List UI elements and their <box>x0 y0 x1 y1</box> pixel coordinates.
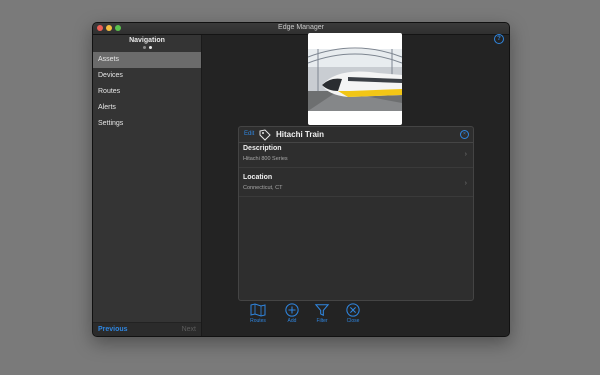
map-icon <box>250 303 266 317</box>
next-button[interactable]: Next <box>182 326 196 333</box>
filter-icon <box>314 304 330 317</box>
close-button[interactable]: Close <box>342 303 364 324</box>
asset-name: Hitachi Train <box>276 130 325 139</box>
chevron-right-icon: › <box>464 151 467 158</box>
window-title: Edge Manager <box>278 24 324 31</box>
filter-button[interactable]: Filter <box>311 303 333 324</box>
edit-button[interactable]: Edit <box>244 131 254 137</box>
page-indicator[interactable] <box>93 46 201 49</box>
location-row[interactable]: Location Connecticut, CT › <box>239 172 473 197</box>
sidebar-footer: Previous Next <box>93 322 201 336</box>
sidebar-item-devices[interactable]: Devices <box>93 68 201 84</box>
close-card-icon[interactable]: × <box>460 130 469 139</box>
train-image <box>308 47 402 111</box>
plus-circle-icon <box>285 303 299 317</box>
routes-button[interactable]: Routes <box>247 303 269 324</box>
description-row[interactable]: Description Hitachi 800 Series › <box>239 143 473 168</box>
filter-label: Filter <box>316 318 328 324</box>
routes-label: Routes <box>250 318 266 324</box>
card-header: Edit Hitachi Train × <box>239 127 473 143</box>
previous-button[interactable]: Previous <box>98 326 128 333</box>
title-bar: Edge Manager <box>93 23 509 35</box>
sidebar-item-alerts[interactable]: Alerts <box>93 100 201 116</box>
sidebar-item-settings[interactable]: Settings <box>93 116 201 132</box>
chevron-right-icon: › <box>464 180 467 187</box>
page-dot-active[interactable] <box>148 46 152 49</box>
description-label: Description <box>243 145 282 152</box>
sidebar-item-assets[interactable]: Assets <box>93 52 201 68</box>
location-label: Location <box>243 174 273 181</box>
asset-photo <box>308 33 402 125</box>
main-content: ? Edit Hitachi Train × Description Hitac… <box>202 33 509 336</box>
close-label: Close <box>346 318 360 324</box>
sidebar-menu: Assets Devices Routes Alerts Settings <box>93 52 201 132</box>
asset-detail-card: Edit Hitachi Train × Description Hitachi… <box>238 126 474 301</box>
add-button[interactable]: Add <box>281 303 303 324</box>
sidebar: Navigation Assets Devices Routes Alerts … <box>93 35 202 336</box>
page-dot[interactable] <box>142 46 146 49</box>
description-value: Hitachi 800 Series <box>243 156 288 162</box>
app-window: Edge Manager Navigation Assets Devices R… <box>92 22 510 337</box>
sidebar-item-routes[interactable]: Routes <box>93 84 201 100</box>
add-label: Add <box>287 318 297 324</box>
bottom-toolbar: Routes Add Filter Close <box>247 303 377 331</box>
help-icon[interactable]: ? <box>494 34 504 44</box>
close-circle-icon <box>346 303 360 317</box>
sidebar-title: Navigation <box>129 37 165 44</box>
location-value: Connecticut, CT <box>243 185 283 191</box>
